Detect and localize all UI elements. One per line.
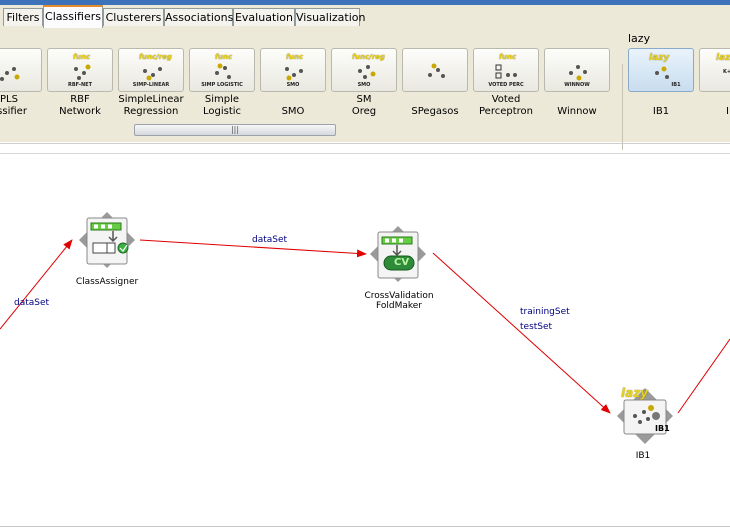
class-assigner-label: ClassAssigner: [75, 277, 139, 287]
classifier-scatter-icon: [428, 63, 445, 78]
class-assigner-icon: [79, 212, 135, 268]
tab-evaluation[interactable]: Evaluation: [233, 8, 295, 26]
class-assigner-node[interactable]: [77, 210, 137, 270]
lazy-badge: lazy: [716, 53, 730, 63]
divider: [0, 526, 730, 527]
simple-linear-regression-button[interactable]: func/reg SIMP-LINEAR: [118, 48, 184, 92]
tool-label: SM Oreg: [351, 94, 377, 117]
smoreg-button[interactable]: func/reg SMO: [331, 48, 397, 92]
tool-tag: WINNOW: [564, 82, 590, 88]
ibk-button[interactable]: lazy K+: [699, 48, 730, 92]
lazy-badge: lazy: [621, 386, 649, 400]
tab-visualization[interactable]: Visualization: [295, 8, 365, 26]
tool-tag: SMO: [286, 82, 300, 88]
tool-tag: K+: [722, 69, 730, 75]
voted-perceptron-button[interactable]: func VOTED PERC: [473, 48, 539, 92]
cv-tag: CV: [394, 257, 410, 268]
classifier-scatter-icon: [0, 67, 20, 81]
knowledge-flow-canvas[interactable]: dataSet dataSet trainingSet testSet Clas…: [0, 154, 730, 526]
connection-label-training-set: trainingSet: [520, 307, 570, 317]
tool-tag: IB1: [671, 82, 681, 88]
divider: [0, 143, 730, 144]
tool-label: Simple Logistic: [202, 94, 242, 117]
connection-right-out[interactable]: [677, 338, 730, 414]
tool-tag: RBF-NET: [67, 82, 92, 88]
tool-tag: SIMP-LINEAR: [132, 82, 170, 88]
winnow-button[interactable]: WINNOW: [544, 48, 610, 92]
tab-filters[interactable]: Filters: [3, 8, 43, 26]
spegasos-button[interactable]: [402, 48, 468, 92]
cross-validation-icon: [370, 226, 426, 282]
tool-label: Winnow: [557, 106, 597, 117]
rbf-network-button[interactable]: func RBF-NET: [47, 48, 113, 92]
tab-associations[interactable]: Associations: [164, 8, 233, 26]
tool-label: SimpleLinear Regression: [118, 94, 184, 117]
tool-tag: SIMP LOGISTIC: [201, 82, 243, 88]
classifier-toolbar: func RBF-NET func/reg SIMP-LINEAR func S…: [0, 28, 730, 150]
connection-label-test-set: testSet: [520, 322, 553, 332]
tab-clusterers[interactable]: Clusterers: [103, 8, 164, 26]
ib1-label: IB1: [635, 451, 651, 461]
tool-label: Voted Perceptron: [479, 94, 533, 117]
pls-classifier-button[interactable]: [0, 48, 42, 92]
toolbar-scrollbar-thumb[interactable]: |||: [134, 124, 336, 136]
tool-tag: SMO: [357, 82, 371, 88]
cross-validation-foldmaker-node[interactable]: CV: [368, 224, 428, 284]
tool-tag: VOTED PERC: [488, 82, 524, 88]
tool-label: SMO: [281, 106, 305, 117]
lazy-group-label: lazy: [628, 32, 651, 45]
tool-label: IB1: [652, 106, 670, 117]
tool-label: IB: [726, 106, 730, 117]
connection-label-dataset-left: dataSet: [14, 298, 50, 308]
ib1-button[interactable]: lazy IB1: [628, 48, 694, 92]
tool-label: RBF Network: [59, 94, 101, 117]
tool-label: SPegasos: [411, 106, 459, 117]
tab-classifiers[interactable]: Classifiers: [43, 5, 103, 28]
smo-button[interactable]: func SMO: [260, 48, 326, 92]
connection-training-test[interactable]: [432, 252, 611, 414]
ib1-node[interactable]: lazy IB1: [615, 386, 675, 446]
cross-validation-foldmaker-label: CrossValidation FoldMaker: [364, 291, 434, 311]
ib1-tag: IB1: [655, 424, 670, 433]
simple-logistic-button[interactable]: func SIMP LOGISTIC: [189, 48, 255, 92]
connection-label-dataset: dataSet: [252, 235, 288, 245]
tab-bar: Filters Classifiers Clusterers Associati…: [0, 5, 730, 29]
